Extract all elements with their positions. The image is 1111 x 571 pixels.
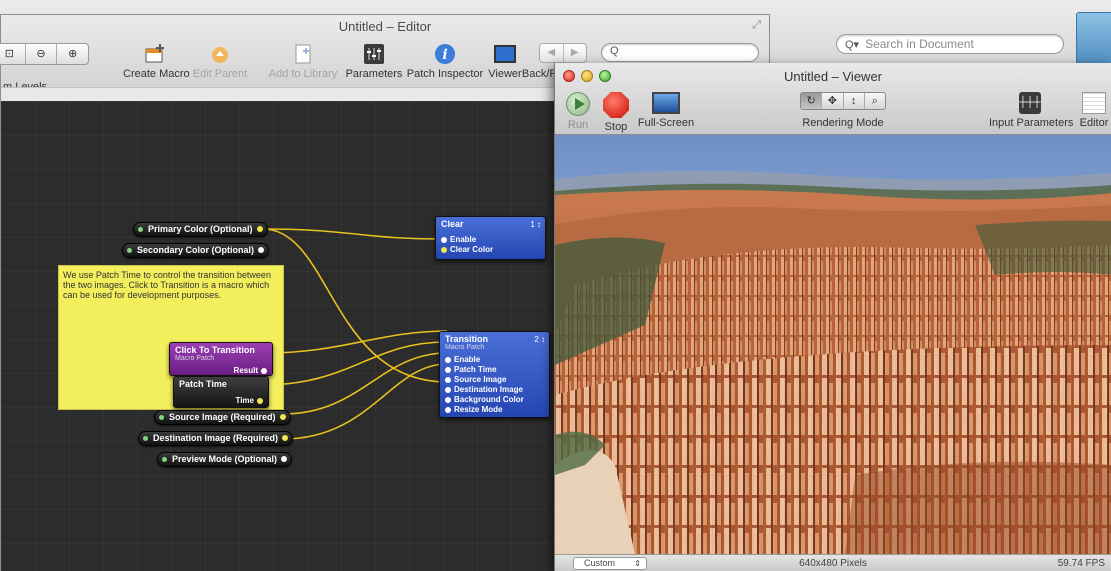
- output-port[interactable]: [256, 226, 263, 232]
- patch-subtitle: Macro Patch: [445, 344, 485, 351]
- edit-parent-button[interactable]: Edit Parent: [191, 43, 249, 80]
- full-screen-icon: [652, 92, 680, 114]
- output-port[interactable]: [282, 435, 289, 441]
- patch-title: Patch Time: [179, 379, 227, 389]
- rendering-mode-control[interactable]: ↻ ✥ ↕ ⌕ Rendering Mode: [795, 92, 891, 129]
- folder-icon[interactable]: [1076, 12, 1111, 66]
- viewer-toolbar: Untitled – Viewer Run Stop Full-Screen ↻…: [555, 63, 1111, 135]
- transition-patch[interactable]: Transition Macro Patch 2 ↕ Enable Patch T…: [439, 331, 550, 418]
- search-icon: Q▾: [845, 39, 860, 51]
- canyon-landscape-image: [555, 135, 1111, 554]
- published-input-preview-mode[interactable]: Preview Mode (Optional): [157, 452, 293, 467]
- zoom-fit-icon[interactable]: ⊡: [0, 44, 25, 64]
- back-forward-control[interactable]: ◀ ▶: [539, 43, 587, 63]
- editor-button[interactable]: Editor: [1078, 92, 1110, 129]
- editor-icon: [1082, 92, 1106, 114]
- input-port-enable[interactable]: Enable: [444, 355, 545, 365]
- run-button[interactable]: Run: [565, 92, 591, 131]
- output-port[interactable]: [279, 414, 286, 420]
- info-icon: i: [435, 44, 455, 64]
- input-port-background-color[interactable]: Background Color: [444, 395, 545, 405]
- rotate-icon[interactable]: ↻: [801, 93, 822, 109]
- patch-time-patch[interactable]: Patch Time Time: [173, 376, 269, 408]
- zoom-control[interactable]: ⊡ ⊖ ⊕: [0, 43, 89, 65]
- input-parameters-button[interactable]: ┼┼┼ Input Parameters: [989, 92, 1073, 129]
- window-resize-icon[interactable]: ⤢: [752, 19, 761, 32]
- create-macro-icon: [145, 44, 164, 63]
- input-port-clear-color[interactable]: Clear Color: [440, 245, 541, 255]
- published-input-destination-image[interactable]: Destination Image (Required): [138, 431, 294, 446]
- output-port[interactable]: [281, 456, 288, 462]
- viewer-image: [555, 135, 1111, 554]
- clear-patch[interactable]: Clear 1 ↕ Enable Clear Color: [435, 216, 546, 260]
- output-port[interactable]: [258, 247, 265, 253]
- patch-title: Click To Transition: [175, 345, 255, 355]
- resolution-label: 640x480 Pixels: [799, 558, 867, 569]
- stop-button[interactable]: Stop: [601, 92, 631, 133]
- viewer-title: Untitled – Viewer: [783, 69, 883, 84]
- fps-label: 59.74 FPS: [1057, 558, 1105, 569]
- viewer-window: Untitled – Viewer Run Stop Full-Screen ↻…: [554, 63, 1111, 571]
- click-to-transition-patch[interactable]: Click To Transition Macro Patch Result: [169, 342, 273, 376]
- published-input-primary-color[interactable]: Primary Color (Optional): [133, 222, 268, 237]
- add-to-library-icon: [295, 44, 311, 64]
- input-port-resize-mode[interactable]: Resize Mode: [444, 405, 545, 415]
- desktop: Q▾ Search in Document Untitled – Editor ⤢…: [0, 0, 1111, 571]
- play-icon: [566, 92, 590, 116]
- full-screen-button[interactable]: Full-Screen: [635, 92, 697, 129]
- pan-icon[interactable]: ↕: [842, 93, 864, 109]
- document-search-input[interactable]: Q▾ Search in Document: [836, 34, 1064, 54]
- stop-icon: [603, 92, 629, 118]
- forward-arrow-icon[interactable]: ▶: [562, 44, 587, 62]
- create-macro-button[interactable]: Create Macro: [123, 43, 190, 80]
- zoom-out-icon[interactable]: ⊖: [24, 44, 57, 64]
- add-to-library-button[interactable]: Add to Library: [267, 43, 339, 80]
- input-port-enable[interactable]: Enable: [440, 235, 541, 245]
- input-port-source-image[interactable]: Source Image: [444, 375, 545, 385]
- zoom-icon[interactable]: ⌕: [863, 93, 885, 109]
- parameters-icon: [364, 44, 384, 64]
- patch-title: Clear: [441, 219, 464, 229]
- zoom-in-icon[interactable]: ⊕: [56, 44, 88, 64]
- published-input-source-image[interactable]: Source Image (Required): [154, 410, 291, 425]
- patch-title: Transition: [445, 334, 489, 344]
- search-placeholder: Search in Document: [865, 37, 974, 51]
- output-port-result[interactable]: Result: [174, 366, 268, 376]
- back-arrow-icon[interactable]: ◀: [540, 44, 563, 62]
- svg-text:i: i: [442, 47, 447, 63]
- edit-parent-icon: [212, 47, 228, 63]
- move-icon[interactable]: ✥: [821, 93, 842, 109]
- execution-order-badge[interactable]: 2 ↕: [534, 335, 545, 344]
- parameters-button[interactable]: Parameters: [343, 43, 405, 80]
- execution-order-badge[interactable]: 1 ↕: [530, 220, 541, 229]
- published-input-secondary-color[interactable]: Secondary Color (Optional): [122, 243, 270, 258]
- input-port-destination-image[interactable]: Destination Image: [444, 385, 545, 395]
- patch-subtitle: Macro Patch: [175, 355, 215, 362]
- editor-title: Untitled – Editor: [338, 19, 432, 34]
- parameters-icon: ┼┼┼: [1019, 92, 1041, 114]
- search-icon: Q: [610, 45, 619, 57]
- patch-search-input[interactable]: Q: [601, 43, 759, 62]
- input-port-patch-time[interactable]: Patch Time: [444, 365, 545, 375]
- patch-inspector-button[interactable]: i Patch Inspector: [406, 43, 484, 80]
- viewer-status-bar: Custom ⇕ 640x480 Pixels 59.74 FPS: [555, 554, 1111, 571]
- note-text: We use Patch Time to control the transit…: [63, 270, 271, 300]
- output-port-time[interactable]: Time: [178, 396, 264, 406]
